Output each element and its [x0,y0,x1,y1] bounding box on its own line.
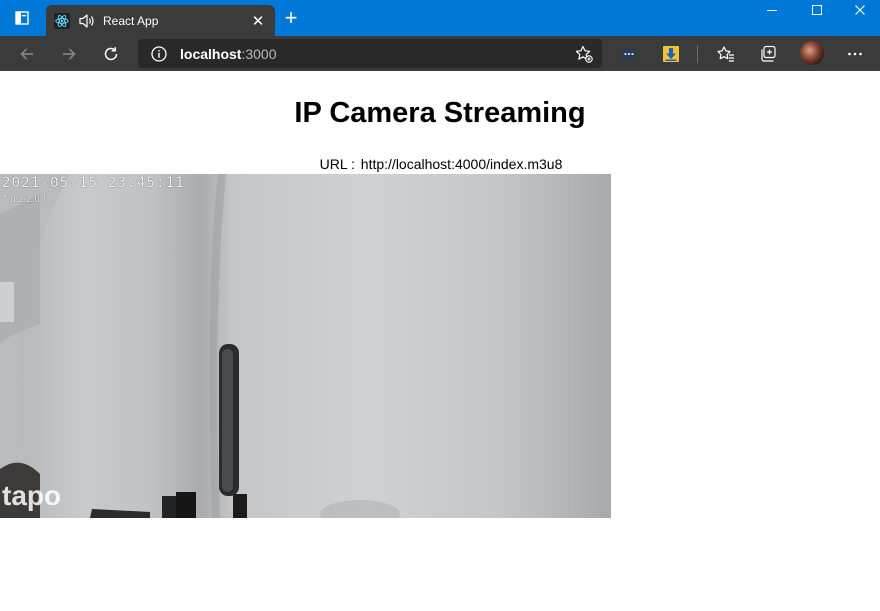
speaker-icon[interactable] [78,13,96,29]
info-icon[interactable] [150,45,168,63]
stream-url: URL : http://localhost:4000/index.m3u8 [0,156,880,172]
plus-icon[interactable]: + [280,7,302,30]
back-icon[interactable] [14,41,40,67]
close-icon[interactable] [838,0,880,20]
tab-actions-icon[interactable] [10,8,34,28]
address-host: localhost [180,45,242,62]
browser-toolbar: localhost:3000 [0,36,880,71]
extension-icon[interactable] [616,41,642,67]
video-camera-name: fazzul [2,194,51,205]
more-icon[interactable] [842,41,868,67]
tab-title: React App [103,13,159,28]
stream-url-value: http://localhost:4000/index.m3u8 [360,156,563,172]
toolbar-divider [697,45,698,63]
camera-scene [0,174,400,518]
page-content: IP Camera Streaming URL : http://localho… [0,71,880,611]
stream-url-label: URL : [319,156,355,172]
video-timestamp: 2021-05-15 23:45:11 [2,175,185,191]
maximize-icon[interactable] [795,0,839,20]
avatar[interactable] [800,41,824,65]
video-brand-watermark: tapo [2,480,62,511]
collections-icon[interactable] [755,41,781,67]
minimize-icon[interactable] [750,0,794,20]
favorites-icon[interactable] [713,41,739,67]
video-player[interactable]: 2021-05-15 23:45:11 fazzul tapo [0,174,611,518]
page-title: IP Camera Streaming [294,97,586,129]
react-favicon-icon [54,12,70,29]
forward-icon[interactable] [56,41,82,67]
address-bar[interactable]: localhost:3000 [138,39,602,68]
address-port: :3000 [241,45,277,62]
download-extension-icon[interactable] [658,41,684,67]
title-bar: React App ✕ + [0,0,880,36]
add-favorite-icon[interactable] [574,44,594,64]
close-icon[interactable]: ✕ [249,12,267,30]
refresh-icon[interactable] [98,41,124,67]
browser-tab[interactable]: React App ✕ [46,5,275,36]
